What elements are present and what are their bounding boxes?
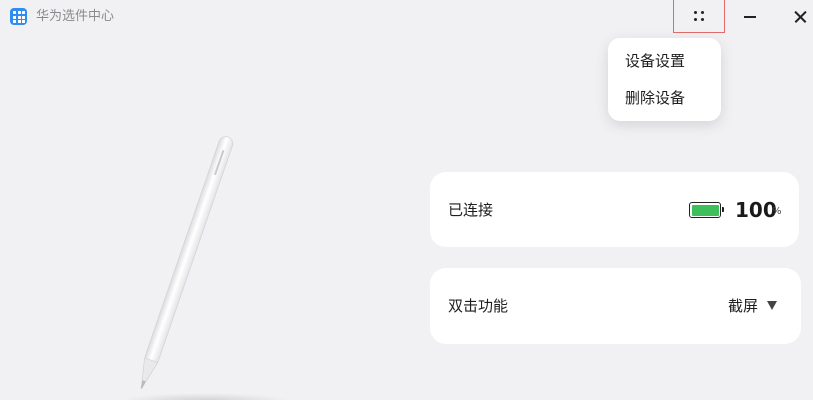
options-menu: 设备设置 删除设备 <box>608 38 721 121</box>
more-dots-icon <box>693 10 705 22</box>
menu-item-device-settings[interactable]: 设备设置 <box>625 51 685 71</box>
connection-status-label: 已连接 <box>448 201 494 219</box>
double-tap-selected-value[interactable]: 截屏 <box>728 296 758 316</box>
stylus-illustration <box>110 125 290 400</box>
app-window: 华为选件中心 设备设置 删除设备 已连接 100 % 双击功能 截屏 <box>0 0 813 400</box>
app-grid-icon <box>10 8 27 25</box>
window-title: 华为选件中心 <box>36 9 115 24</box>
stylus-image <box>120 136 290 400</box>
close-button[interactable] <box>774 0 813 33</box>
battery-fill <box>691 204 719 216</box>
battery-unit: % <box>772 206 782 217</box>
dropdown-arrow-icon[interactable] <box>767 301 777 310</box>
menu-item-delete-device[interactable]: 删除设备 <box>625 88 685 108</box>
double-tap-label: 双击功能 <box>448 297 509 315</box>
connection-status-card: 已连接 100 % <box>430 172 799 247</box>
battery-icon <box>689 202 724 218</box>
battery-level: 100 <box>735 198 777 222</box>
double-tap-card[interactable]: 双击功能 截屏 <box>430 268 801 344</box>
more-options-button[interactable] <box>673 0 725 33</box>
title-bar: 华为选件中心 <box>0 0 813 33</box>
minimize-button[interactable] <box>724 0 776 33</box>
